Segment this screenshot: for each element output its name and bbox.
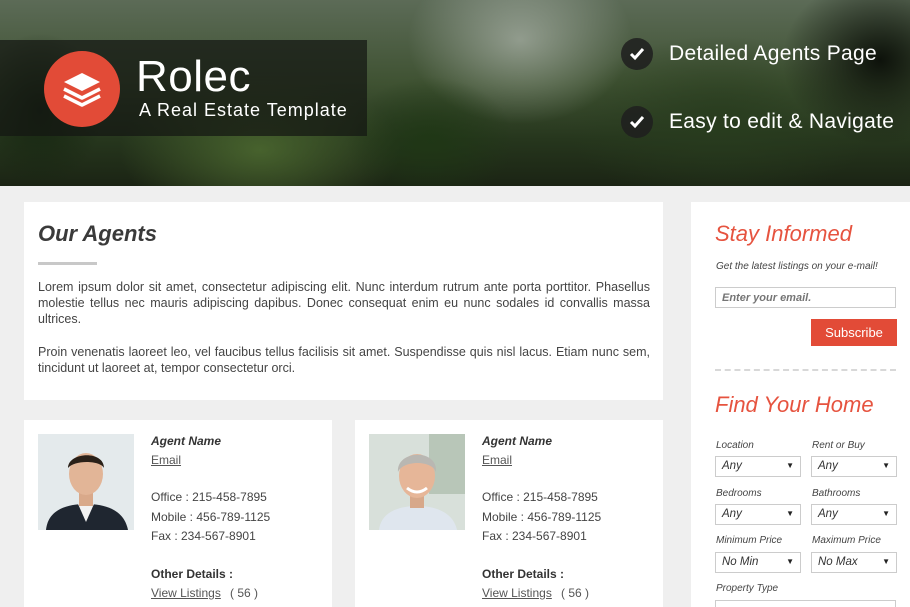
title-divider [38, 262, 97, 265]
hero-banner: Rolec A Real Estate Template Detailed Ag… [0, 0, 910, 186]
bathrooms-select[interactable]: Any ▼ [811, 504, 897, 525]
agent-email-link[interactable]: Email [151, 453, 181, 467]
feature-item: Easy to edit & Navigate [621, 106, 894, 138]
intro-paragraph: Lorem ipsum dolor sit amet, consectetur … [38, 280, 650, 326]
max-price-label: Maximum Price [812, 535, 881, 546]
feature-label: Detailed Agents Page [669, 42, 877, 65]
newsletter-email-input[interactable] [715, 287, 896, 308]
agent-office: Office : 215-458-7895 [151, 490, 267, 504]
intro-paragraph: Proin venenatis laoreet leo, vel faucibu… [38, 345, 650, 375]
listings-count: ( 56 ) [561, 586, 590, 600]
dropdown-arrow-icon: ▼ [882, 509, 890, 518]
checkmark-icon [621, 106, 653, 138]
agent-card: Agent Name Email Office : 215-458-7895 M… [24, 420, 332, 607]
page-title: Our Agents [38, 221, 157, 246]
max-price-select[interactable]: No Max ▼ [811, 552, 897, 573]
agent-mobile: Mobile : 456-789-1125 [482, 510, 602, 524]
brand-box: Rolec A Real Estate Template [0, 40, 367, 136]
find-home-title: Find Your Home [715, 392, 874, 417]
feature-label: Easy to edit & Navigate [669, 110, 895, 133]
bedrooms-select[interactable]: Any ▼ [715, 504, 801, 525]
agent-name: Agent Name [151, 434, 222, 448]
min-price-select[interactable]: No Min ▼ [715, 552, 801, 573]
sidebar-divider [715, 369, 896, 371]
brand-subtitle: A Real Estate Template [139, 100, 348, 120]
dropdown-arrow-icon: ▼ [786, 557, 794, 566]
stay-informed-title: Stay Informed [715, 221, 852, 246]
listings-count: ( 56 ) [230, 586, 259, 600]
property-type-select[interactable]: ▼ [715, 600, 896, 607]
property-type-label: Property Type [716, 583, 779, 594]
min-price-value: No Min [722, 556, 759, 568]
bedrooms-value: Any [722, 508, 742, 520]
location-select[interactable]: Any ▼ [715, 456, 801, 477]
dropdown-arrow-icon: ▼ [882, 557, 890, 566]
location-value: Any [722, 460, 742, 472]
dropdown-arrow-icon: ▼ [786, 509, 794, 518]
agent-photo[interactable] [369, 434, 465, 530]
sidebar: Stay Informed Get the latest listings on… [691, 202, 910, 607]
bathrooms-value: Any [818, 508, 838, 520]
agent-fax: Fax : 234-567-8901 [482, 529, 587, 543]
newsletter-subtitle: Get the latest listings on your e-mail! [716, 261, 878, 272]
rent-buy-value: Any [818, 460, 838, 472]
other-details-label: Other Details : [482, 567, 565, 581]
bathrooms-label: Bathrooms [812, 488, 861, 499]
agent-office: Office : 215-458-7895 [482, 490, 598, 504]
rent-buy-label: Rent or Buy [812, 440, 865, 451]
checkmark-icon [621, 38, 653, 70]
location-label: Location [716, 440, 754, 451]
rent-buy-select[interactable]: Any ▼ [811, 456, 897, 477]
agent-fax: Fax : 234-567-8901 [151, 529, 256, 543]
agent-photo[interactable] [38, 434, 134, 530]
intro-card: Our Agents Lorem ipsum dolor sit amet, c… [24, 202, 663, 400]
subscribe-button[interactable]: Subscribe [811, 319, 897, 346]
other-details-label: Other Details : [151, 567, 234, 581]
bedrooms-label: Bedrooms [716, 488, 762, 499]
agent-email-link[interactable]: Email [482, 453, 512, 467]
agent-card: Agent Name Email Office : 215-458-7895 M… [355, 420, 663, 607]
agent-name: Agent Name [482, 434, 553, 448]
brand-title[interactable]: Rolec [136, 52, 251, 102]
max-price-value: No Max [818, 556, 858, 568]
dropdown-arrow-icon: ▼ [882, 461, 890, 470]
view-listings-link[interactable]: View Listings [151, 586, 221, 600]
feature-item: Detailed Agents Page [621, 38, 877, 70]
view-listings-link[interactable]: View Listings [482, 586, 552, 600]
min-price-label: Minimum Price [716, 535, 783, 546]
layers-logo-icon[interactable] [44, 51, 120, 127]
dropdown-arrow-icon: ▼ [786, 461, 794, 470]
agent-mobile: Mobile : 456-789-1125 [151, 510, 271, 524]
